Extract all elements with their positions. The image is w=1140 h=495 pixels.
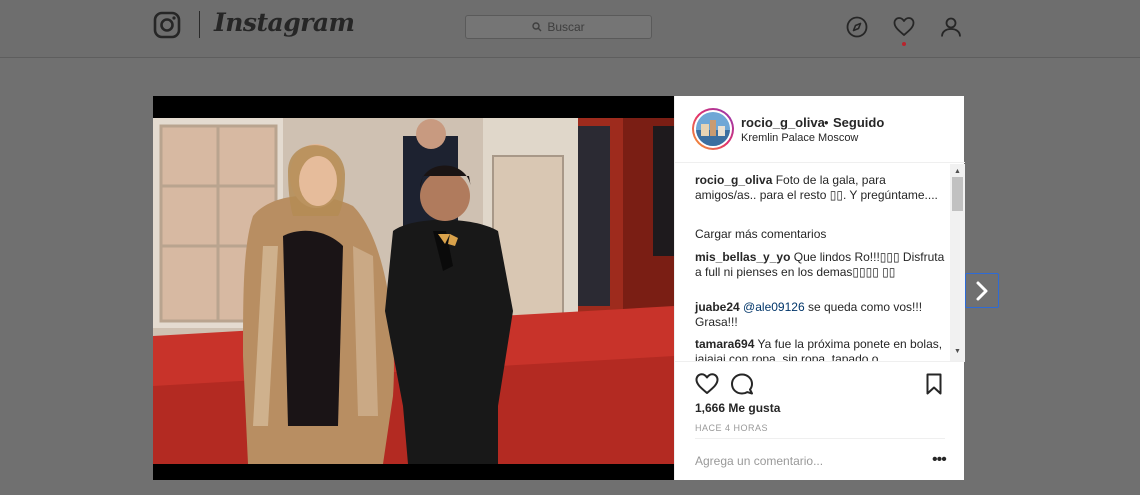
search-placeholder: Buscar (547, 20, 585, 34)
follow-separator: • (824, 115, 829, 130)
load-more-comments-button[interactable]: Cargar más comentarios (695, 227, 945, 242)
add-comment-field[interactable]: Agrega un comentario... ••• (695, 438, 947, 481)
scroll-up-arrow-icon[interactable]: ▲ (954, 168, 961, 175)
photo-scene (153, 96, 674, 480)
compass-icon[interactable] (846, 16, 868, 38)
save-bookmark-icon[interactable] (922, 372, 946, 396)
heart-icon[interactable] (893, 16, 915, 38)
profile-icon[interactable] (940, 16, 962, 38)
scroll-thumb[interactable] (952, 177, 963, 211)
comments-list: rocio_g_oliva Foto de la gala, para amig… (675, 164, 965, 361)
like-heart-icon[interactable] (695, 372, 719, 396)
post-photo[interactable] (153, 96, 674, 480)
comments-scrollbar[interactable]: ▲ ▼ (950, 164, 965, 361)
search-input[interactable]: Buscar (465, 15, 652, 39)
like-count[interactable]: 1,666 Me gusta (695, 401, 780, 415)
comment-bubble-icon[interactable] (730, 372, 754, 396)
search-icon (532, 22, 542, 32)
avatar[interactable] (692, 108, 734, 150)
list-item: mis_bellas_y_yo Que lindos Ro!!!▯▯▯ Disf… (695, 250, 945, 280)
more-options-icon[interactable]: ••• (932, 451, 947, 469)
post-username[interactable]: rocio_g_oliva (741, 115, 825, 130)
top-navigation-bar: Instagram Buscar (0, 0, 1140, 58)
comment-mention[interactable]: @ale09126 (743, 300, 805, 314)
post-header: rocio_g_oliva • Seguido Kremlin Palace M… (675, 96, 965, 163)
post-timestamp[interactable]: HACE 4 HORAS (695, 423, 768, 433)
follow-status-button[interactable]: Seguido (833, 115, 884, 130)
post-dialog: rocio_g_oliva • Seguido Kremlin Palace M… (153, 96, 965, 480)
comment-username[interactable]: tamara694 (695, 337, 754, 351)
chevron-right-icon (976, 281, 988, 300)
comment-username[interactable]: juabe24 (695, 300, 740, 314)
instagram-camera-icon[interactable] (153, 11, 181, 39)
post-actions: 1,666 Me gusta HACE 4 HORAS Agrega un co… (675, 361, 965, 480)
caption-username[interactable]: rocio_g_oliva (695, 173, 772, 187)
list-item: tamara694 Ya fue la próxima ponete en bo… (695, 337, 945, 361)
next-post-button[interactable] (965, 273, 999, 308)
avatar-image (696, 112, 730, 146)
logo-divider (199, 11, 200, 38)
scroll-down-arrow-icon[interactable]: ▼ (954, 348, 961, 355)
post-sidebar: rocio_g_oliva • Seguido Kremlin Palace M… (674, 96, 965, 480)
notification-dot (902, 42, 906, 46)
comment-username[interactable]: mis_bellas_y_yo (695, 250, 790, 264)
instagram-wordmark[interactable]: Instagram (214, 8, 355, 37)
add-comment-placeholder: Agrega un comentario... (695, 454, 824, 468)
post-location[interactable]: Kremlin Palace Moscow (741, 132, 858, 144)
list-item: juabe24 @ale09126 se queda como vos!!! G… (695, 300, 945, 330)
caption: rocio_g_oliva Foto de la gala, para amig… (695, 173, 945, 203)
